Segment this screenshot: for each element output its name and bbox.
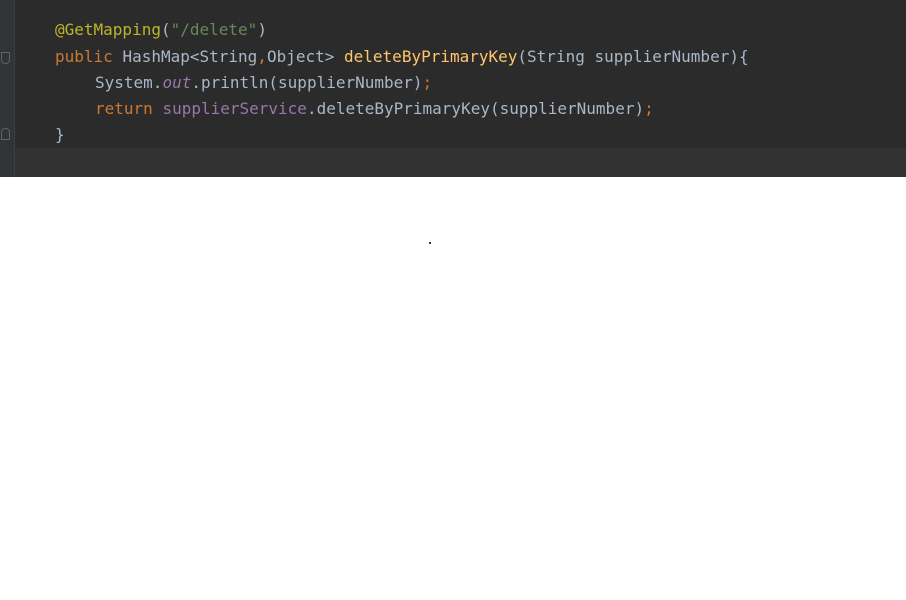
paren-token: ) [257,20,267,39]
brace-token: } [55,125,65,144]
semicolon-token: ; [644,99,654,118]
current-line-highlight [15,148,906,177]
field-token: supplierService [162,99,307,118]
code-line-println[interactable]: System.out.println(supplierNumber); [55,72,432,94]
type-token: Object> [266,47,335,66]
editor-gutter [0,0,15,177]
code-line-method-signature[interactable]: public HashMap<String,Object> deleteByPr… [55,46,749,68]
static-field-token: out [162,73,192,92]
call-token: .deleteByPrimaryKey(supplierNumber) [306,99,645,118]
stray-dot [429,242,431,244]
fold-open-icon[interactable] [1,52,10,64]
annotation-token: @GetMapping [55,20,161,39]
method-name-token: deleteByPrimaryKey [344,47,518,66]
comma-token: , [257,47,267,66]
code-editor[interactable]: @GetMapping("/delete") public HashMap<St… [0,0,906,177]
keyword-token: public [55,47,113,66]
class-token: System. [95,73,163,92]
params-token: (String supplierNumber){ [517,47,749,66]
semicolon-token: ; [422,73,433,92]
call-token: .println(supplierNumber) [191,73,423,92]
fold-close-icon[interactable] [1,128,10,140]
keyword-token: return [95,99,153,118]
code-line-return[interactable]: return supplierService.deleteByPrimaryKe… [55,98,654,120]
paren-token: ( [160,20,171,39]
code-line-annotation[interactable]: @GetMapping("/delete") [55,19,267,41]
type-token: HashMap<String [122,47,258,66]
code-line-closing-brace[interactable]: } [55,124,65,146]
string-literal-token: "/delete" [170,20,258,39]
